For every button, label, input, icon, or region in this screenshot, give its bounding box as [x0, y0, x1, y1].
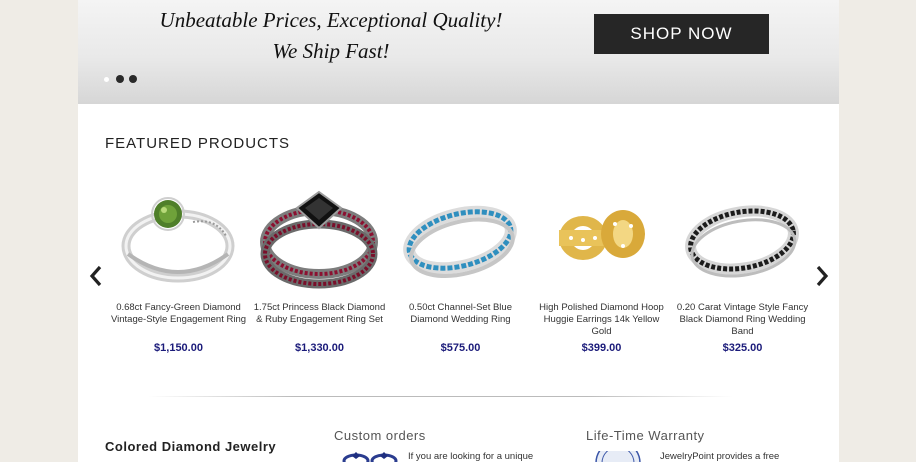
- product-card[interactable]: 0.20 Carat Vintage Style Fancy Black Dia…: [672, 178, 813, 354]
- black-diamond-ruby-ring-set-icon[interactable]: [249, 178, 390, 294]
- product-name[interactable]: High Polished Diamond Hoop Huggie Earrin…: [531, 302, 672, 338]
- banner-tagline-line2: We Ship Fast!: [272, 39, 390, 63]
- slider-dot-3[interactable]: [129, 75, 137, 83]
- product-price: $1,150.00: [154, 342, 203, 354]
- product-card[interactable]: 0.50ct Channel-Set Blue Diamond Wedding …: [390, 178, 531, 354]
- product-card[interactable]: 0.68ct Fancy-Green Diamond Vintage-Style…: [108, 178, 249, 354]
- slider-dot-1[interactable]: [104, 76, 109, 82]
- product-price: $325.00: [722, 342, 763, 354]
- colored-diamond-jewelry-title[interactable]: Colored Diamond Jewelry: [105, 439, 276, 454]
- gold-hoop-earrings-icon[interactable]: [531, 178, 672, 294]
- carousel-next-chevron-right-icon[interactable]: [812, 262, 832, 290]
- product-name[interactable]: 1.75ct Princess Black Diamond & Ruby Eng…: [249, 302, 390, 338]
- custom-orders-text: If you are looking for a unique: [408, 451, 534, 462]
- product-price: $575.00: [440, 342, 481, 354]
- page-container: Unbeatable Prices, Exceptional Quality! …: [78, 0, 839, 462]
- product-card[interactable]: 1.75ct Princess Black Diamond & Ruby Eng…: [249, 178, 390, 354]
- hero-banner[interactable]: Unbeatable Prices, Exceptional Quality! …: [78, 0, 839, 104]
- custom-rings-thumbnail-icon: [342, 452, 398, 462]
- custom-orders-title: Custom orders: [334, 428, 426, 443]
- warranty-seal-icon: [595, 451, 641, 462]
- product-name[interactable]: 0.50ct Channel-Set Blue Diamond Wedding …: [390, 302, 531, 338]
- product-carousel: 0.68ct Fancy-Green Diamond Vintage-Style…: [108, 178, 808, 368]
- carousel-prev-chevron-left-icon[interactable]: [86, 262, 106, 290]
- section-divider: [148, 396, 733, 397]
- black-diamond-band-icon[interactable]: [672, 178, 813, 294]
- product-name[interactable]: 0.20 Carat Vintage Style Fancy Black Dia…: [672, 302, 813, 338]
- shop-now-button[interactable]: SHOP NOW: [594, 14, 769, 54]
- warranty-title: Life-Time Warranty: [586, 428, 705, 443]
- featured-products-title: FEATURED PRODUCTS: [105, 135, 291, 152]
- product-card[interactable]: High Polished Diamond Hoop Huggie Earrin…: [531, 178, 672, 354]
- warranty-text: JewelryPoint provides a free: [660, 451, 780, 462]
- product-price: $399.00: [581, 342, 622, 354]
- product-price: $1,330.00: [295, 342, 344, 354]
- product-name[interactable]: 0.68ct Fancy-Green Diamond Vintage-Style…: [108, 302, 249, 338]
- green-diamond-ring-icon[interactable]: [108, 178, 249, 294]
- slider-dot-2[interactable]: [116, 75, 124, 83]
- slider-dots: [104, 75, 137, 83]
- banner-tagline-line1: Unbeatable Prices, Exceptional Quality!: [159, 8, 503, 32]
- blue-diamond-band-icon[interactable]: [390, 178, 531, 294]
